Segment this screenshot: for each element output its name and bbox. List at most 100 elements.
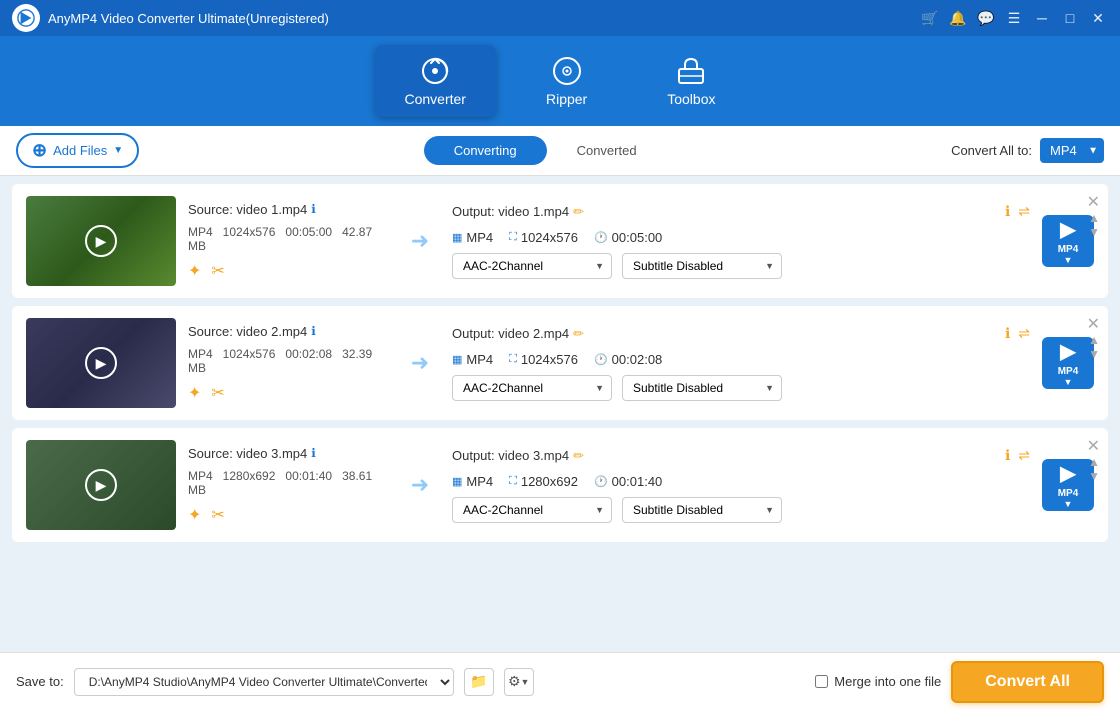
resolution-icon-2: ⛶ xyxy=(509,353,517,366)
chat-icon[interactable]: 💬 xyxy=(976,8,996,28)
source-info-icon-3[interactable]: ℹ xyxy=(311,446,316,460)
cut-icon-1[interactable]: ✂ xyxy=(211,261,224,281)
subtitle-select-wrapper-2: Subtitle Disabled xyxy=(622,375,782,401)
play-button-2[interactable]: ▶ xyxy=(85,347,117,379)
badge-icon-3: ▶ xyxy=(1060,461,1075,486)
file-info-2: Source: video 2.mp4 ℹ MP4 1024x576 00:02… xyxy=(188,324,388,403)
info-icon-1[interactable]: ℹ xyxy=(1005,203,1010,220)
audio-select-2[interactable]: AAC-2Channel xyxy=(452,375,612,401)
subtitle-select-wrapper-3: Subtitle Disabled xyxy=(622,497,782,523)
edit-output-icon-2[interactable]: ✏ xyxy=(573,326,584,342)
move-up-2[interactable]: ▲ xyxy=(1088,334,1100,346)
app-title: AnyMP4 Video Converter Ultimate(Unregist… xyxy=(48,11,920,26)
thumbnail-1[interactable]: ▶ xyxy=(26,196,176,286)
tab-converting[interactable]: Converting xyxy=(424,136,547,165)
source-info-icon-2[interactable]: ℹ xyxy=(311,324,316,338)
subtitle-select-wrapper-1: Subtitle Disabled xyxy=(622,253,782,279)
move-down-1[interactable]: ▼ xyxy=(1088,226,1100,238)
out-resolution-2: ⛶ 1024x576 xyxy=(509,352,578,367)
move-down-3[interactable]: ▼ xyxy=(1088,470,1100,482)
close-file-1[interactable]: ✕ xyxy=(1087,192,1100,212)
audio-select-1[interactable]: AAC-2Channel xyxy=(452,253,612,279)
play-button-3[interactable]: ▶ xyxy=(85,469,117,501)
badge-icon-1: ▶ xyxy=(1060,217,1075,242)
audio-select-3[interactable]: AAC-2Channel xyxy=(452,497,612,523)
thumbnail-3[interactable]: ▶ xyxy=(26,440,176,530)
play-button-1[interactable]: ▶ xyxy=(85,225,117,257)
subtitle-select-3[interactable]: Subtitle Disabled xyxy=(622,497,782,523)
convert-all-to: Convert All to: MP4 AVI MKV MOV xyxy=(951,138,1104,163)
audio-select-wrapper-1: AAC-2Channel xyxy=(452,253,612,279)
format-badge-1[interactable]: ▶ MP4 ▼ xyxy=(1042,215,1094,267)
toolbar: ⊕ Add Files ▼ Converting Converted Conve… xyxy=(0,126,1120,176)
cut-icon-3[interactable]: ✂ xyxy=(211,505,224,525)
minimize-icon[interactable]: ─ xyxy=(1032,8,1052,28)
output-section-1: Output: video 1.mp4 ✏ ℹ ⇌ ▦ MP4 ⛶ 1024x5… xyxy=(452,203,1030,279)
tab-group: Converting Converted xyxy=(151,136,939,165)
close-file-2[interactable]: ✕ xyxy=(1087,314,1100,334)
info-icon-2[interactable]: ℹ xyxy=(1005,325,1010,342)
star-icon-3[interactable]: ✦ xyxy=(188,505,201,525)
move-up-3[interactable]: ▲ xyxy=(1088,456,1100,468)
source-info-icon-1[interactable]: ℹ xyxy=(311,202,316,216)
app-logo xyxy=(12,4,40,32)
folder-icon: 📁 xyxy=(470,673,487,690)
badge-label-1: MP4 xyxy=(1058,244,1079,255)
info-icon-3[interactable]: ℹ xyxy=(1005,447,1010,464)
convert-all-button[interactable]: Convert All xyxy=(951,661,1104,703)
nav-toolbox[interactable]: Toolbox xyxy=(637,45,745,117)
file-meta-1: MP4 1024x576 00:05:00 42.87 MB xyxy=(188,225,388,253)
resolution-icon-3: ⛶ xyxy=(509,475,517,488)
output-controls-2: ℹ ⇌ xyxy=(1005,325,1030,342)
move-up-1[interactable]: ▲ xyxy=(1088,212,1100,224)
edit-output-icon-1[interactable]: ✏ xyxy=(573,204,584,220)
close-file-3[interactable]: ✕ xyxy=(1087,436,1100,456)
tab-converted[interactable]: Converted xyxy=(547,136,667,165)
merge-checkbox-input[interactable] xyxy=(815,675,828,688)
thumbnail-2[interactable]: ▶ xyxy=(26,318,176,408)
bell-icon[interactable]: 🔔 xyxy=(948,8,968,28)
reorder-buttons-2: ▲ ▼ xyxy=(1088,334,1100,360)
adjust-icon-1[interactable]: ⇌ xyxy=(1018,203,1030,220)
reorder-buttons-1: ▲ ▼ xyxy=(1088,212,1100,238)
out-format-2: ▦ MP4 xyxy=(452,352,493,367)
browse-folder-button[interactable]: 📁 xyxy=(464,668,494,696)
save-path-select[interactable]: D:\AnyMP4 Studio\AnyMP4 Video Converter … xyxy=(74,668,454,696)
add-files-button[interactable]: ⊕ Add Files ▼ xyxy=(16,133,139,168)
add-icon: ⊕ xyxy=(32,140,47,161)
merge-checkbox-label[interactable]: Merge into one file xyxy=(815,674,941,689)
gear-icon: ⚙ xyxy=(508,673,521,690)
duration-icon-2: 🕐 xyxy=(594,353,608,366)
source-label-1: Source: video 1.mp4 ℹ xyxy=(188,202,388,217)
nav-toolbox-label: Toolbox xyxy=(667,91,715,107)
nav-converter[interactable]: Converter xyxy=(375,45,496,117)
nav-ripper[interactable]: Ripper xyxy=(516,45,617,117)
nav-ripper-label: Ripper xyxy=(546,91,587,107)
settings-button[interactable]: ⚙ ▼ xyxy=(504,668,534,696)
window-controls: 🛒 🔔 💬 ☰ ─ □ ✕ xyxy=(920,8,1108,28)
bottombar: Save to: D:\AnyMP4 Studio\AnyMP4 Video C… xyxy=(0,652,1120,710)
close-icon[interactable]: ✕ xyxy=(1088,8,1108,28)
format-badge-2[interactable]: ▶ MP4 ▼ xyxy=(1042,337,1094,389)
cart-icon[interactable]: 🛒 xyxy=(920,8,940,28)
edit-output-icon-3[interactable]: ✏ xyxy=(573,448,584,464)
arrow-col-3: ➜ xyxy=(400,472,440,498)
adjust-icon-2[interactable]: ⇌ xyxy=(1018,325,1030,342)
maximize-icon[interactable]: □ xyxy=(1060,8,1080,28)
format-badge-3[interactable]: ▶ MP4 ▼ xyxy=(1042,459,1094,511)
star-icon-1[interactable]: ✦ xyxy=(188,261,201,281)
file-info-1: Source: video 1.mp4 ℹ MP4 1024x576 00:05… xyxy=(188,202,388,281)
adjust-icon-3[interactable]: ⇌ xyxy=(1018,447,1030,464)
out-resolution-1: ⛶ 1024x576 xyxy=(509,230,578,245)
subtitle-select-2[interactable]: Subtitle Disabled xyxy=(622,375,782,401)
output-specs-1: ▦ MP4 ⛶ 1024x576 🕐 00:05:00 xyxy=(452,230,1030,245)
duration-icon-3: 🕐 xyxy=(594,475,608,488)
move-down-2[interactable]: ▼ xyxy=(1088,348,1100,360)
star-icon-2[interactable]: ✦ xyxy=(188,383,201,403)
cut-icon-2[interactable]: ✂ xyxy=(211,383,224,403)
menu-icon[interactable]: ☰ xyxy=(1004,8,1024,28)
format-select[interactable]: MP4 AVI MKV MOV xyxy=(1040,138,1104,163)
format-icon-1: ▦ xyxy=(452,231,462,244)
audio-select-wrapper-2: AAC-2Channel xyxy=(452,375,612,401)
subtitle-select-1[interactable]: Subtitle Disabled xyxy=(622,253,782,279)
